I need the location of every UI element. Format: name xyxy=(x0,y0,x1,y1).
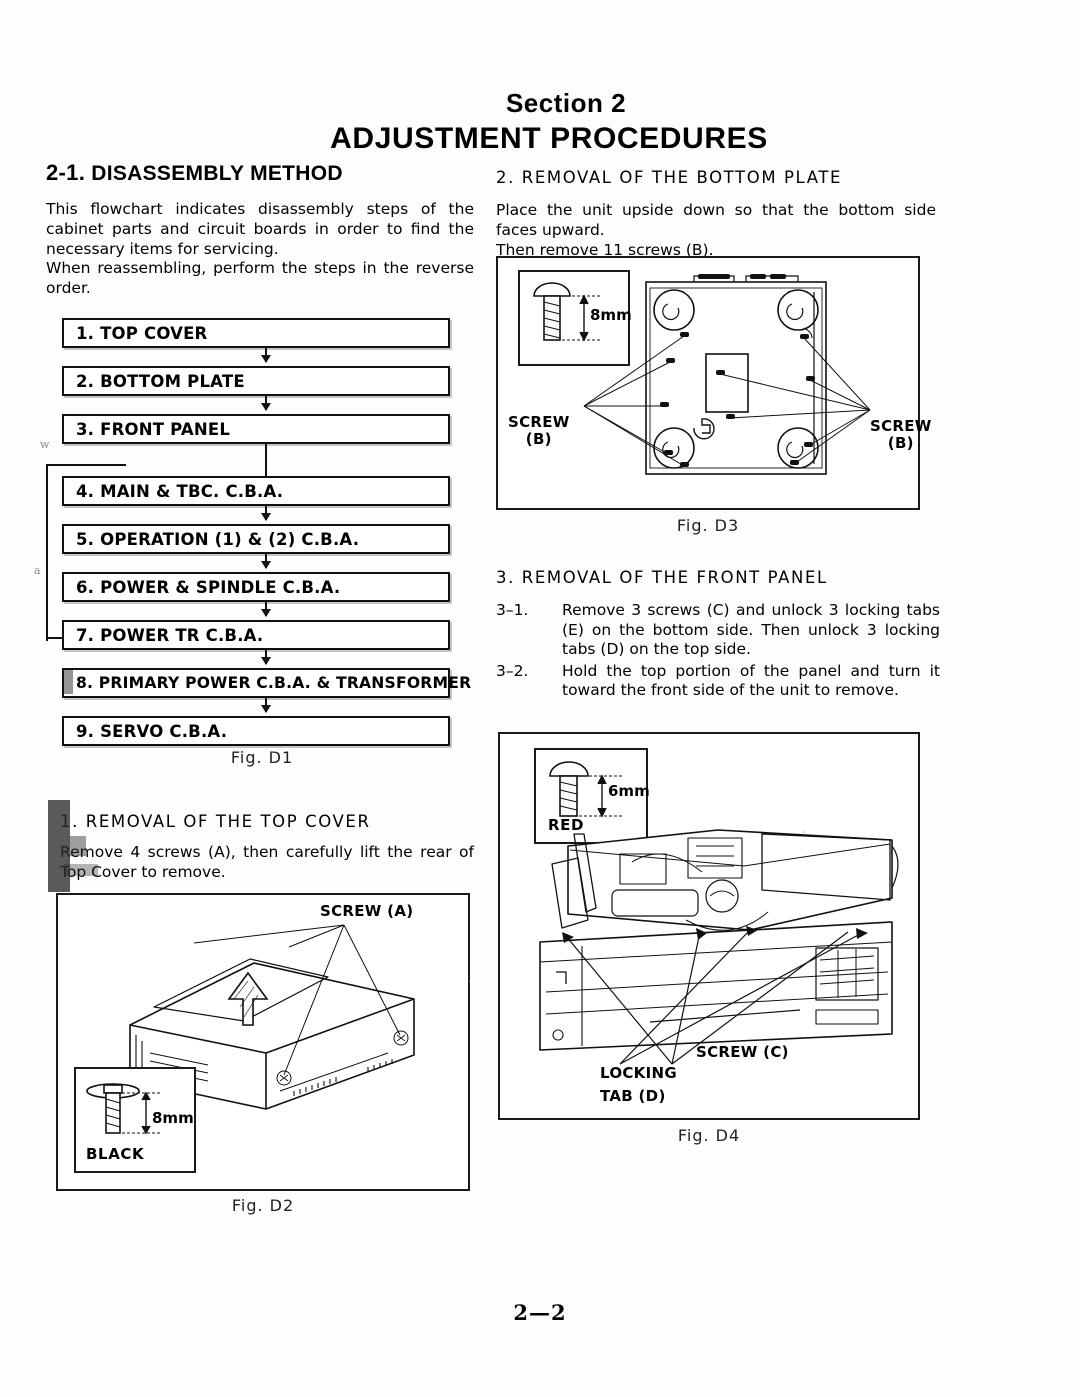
front-panel-step-2-text: Hold the top portion of the panel and tu… xyxy=(562,661,940,700)
front-panel-step-1: 3–1. Remove 3 screws (C) and unlock 3 lo… xyxy=(496,601,940,660)
flowchart-arrow-5-6 xyxy=(261,554,271,569)
flowchart-arrow-4-5 xyxy=(261,506,271,521)
flowchart-arrow-6-7 xyxy=(261,602,271,617)
screw-b-spec-inset: 8mm xyxy=(518,270,632,366)
figure-d2: SCREW (A) 8mm BLACK xyxy=(56,893,470,1191)
subsection-title: DISASSEMBLY METHOD xyxy=(91,162,343,185)
scan-artefact: ᴡ xyxy=(40,438,50,451)
flowchart-arrow-8-9 xyxy=(261,698,271,713)
page-title: ADJUSTMENT PROCEDURES xyxy=(330,122,768,155)
screw-b-left-callout: SCREW (B) xyxy=(508,413,570,449)
bottom-plate-heading: 2. REMOVAL OF THE BOTTOM PLATE xyxy=(496,168,843,187)
locking-tab-line1: LOCKING xyxy=(600,1064,677,1082)
subsection-number: 2-1. xyxy=(46,160,86,185)
screw-b-length-label: 8mm xyxy=(590,306,632,324)
topcover-heading: 1. REMOVAL OF THE TOP COVER xyxy=(60,812,371,831)
front-panel-heading: 3. REMOVAL OF THE FRONT PANEL xyxy=(496,568,828,587)
flowchart-step-1[interactable]: 1. TOP COVER xyxy=(62,318,450,348)
flowchart-step-6[interactable]: 6. POWER & SPINDLE C.B.A. xyxy=(62,572,450,602)
front-panel-illustration xyxy=(539,829,899,1065)
flowchart-step-2[interactable]: 2. BOTTOM PLATE xyxy=(62,366,450,396)
flowchart-arrow-7-8 xyxy=(261,650,271,665)
screw-spec-inset: 8mm BLACK xyxy=(74,1067,196,1173)
topcover-text: Remove 4 screws (A), then carefully lift… xyxy=(60,843,474,881)
scan-artefact: · xyxy=(468,975,472,988)
flowchart-step-2-label: 2. BOTTOM PLATE xyxy=(76,371,245,391)
screw-b-right-callout: SCREW (B) xyxy=(870,417,932,453)
flowchart-step-5-label: 5. OPERATION (1) & (2) C.B.A. xyxy=(76,529,360,549)
flowchart-step-3[interactable]: 3. FRONT PANEL xyxy=(62,414,450,444)
flowchart-step-8[interactable]: 8. PRIMARY POWER C.B.A. & TRANSFORMER xyxy=(62,668,471,698)
screw-b-right-line2: (B) xyxy=(887,434,914,453)
flowchart-step-7-label: 7. POWER TR C.B.A. xyxy=(76,625,264,645)
disassembly-flowchart: 1. TOP COVER 2. BOTTOM PLATE 3. FRONT PA… xyxy=(34,318,471,746)
front-panel-section: 3. REMOVAL OF THE FRONT PANEL 3–1. Remov… xyxy=(496,568,940,701)
screw-b-markers xyxy=(660,332,815,467)
screw-b-right-line1: SCREW xyxy=(870,417,932,435)
right-column: 2. REMOVAL OF THE BOTTOM PLATE Place the… xyxy=(496,168,936,260)
figure-d4-caption: Fig. D4 xyxy=(677,1126,741,1145)
front-panel-step-1-text: Remove 3 screws (C) and unlock 3 locking… xyxy=(562,601,940,659)
flowchart-step-4[interactable]: 4. MAIN & TBC. C.B.A. xyxy=(62,476,450,506)
figure-d2-caption: Fig. D2 xyxy=(231,1196,295,1215)
figure-d3-caption: Fig. D3 xyxy=(676,516,740,535)
front-panel-step-1-key: 3–1. xyxy=(496,601,529,619)
figure-d3: 8mm SCREW (B) SCREW (B) xyxy=(496,256,931,510)
flowchart-arrow-1-2 xyxy=(261,348,271,363)
scan-smudge xyxy=(64,864,98,876)
topcover-section: 1. REMOVAL OF THE TOP COVER Remove 4 scr… xyxy=(60,812,474,883)
screw-c-callout: SCREW (C) xyxy=(696,1043,789,1061)
manual-page: Section 2 ADJUSTMENT PROCEDURES 2-1. DIS… xyxy=(0,0,1080,1397)
flowchart-step-8-label: 8. PRIMARY POWER C.B.A. & TRANSFORMER xyxy=(76,674,472,692)
front-panel-step-2: 3–2. Hold the top portion of the panel a… xyxy=(496,662,940,701)
scan-smudge xyxy=(70,836,86,856)
locking-tab-line2: TAB (D) xyxy=(600,1086,666,1105)
flowchart-step-4-label: 4. MAIN & TBC. C.B.A. xyxy=(76,481,284,501)
scan-artefact: a xyxy=(34,564,41,577)
locking-tab-callout: LOCKING TAB (D) xyxy=(600,1062,677,1107)
screw-b-left-line2: (B) xyxy=(525,430,552,449)
flowchart-step-9-label: 9. SERVO C.B.A. xyxy=(76,721,228,741)
flowchart-step-5[interactable]: 5. OPERATION (1) & (2) C.B.A. xyxy=(62,524,450,554)
subsection-heading: 2-1. DISASSEMBLY METHOD xyxy=(46,160,474,186)
intro-paragraph: This flowchart indicates disassembly ste… xyxy=(46,200,474,258)
scan-smudge xyxy=(48,800,70,892)
bottom-plate-text-1: Place the unit upside down so that the b… xyxy=(496,201,936,239)
flowchart-step-3-label: 3. FRONT PANEL xyxy=(76,419,231,439)
figure-d4: 6mm RED SCREW (C) LOCKING TAB (D) xyxy=(498,732,920,1120)
screw-length-label: 8mm xyxy=(152,1109,194,1127)
scan-smudge xyxy=(64,670,73,694)
intro-paragraph-2: When reassembling, perform the steps in … xyxy=(46,259,474,298)
flowchart-arrow-2-3 xyxy=(261,396,271,411)
scan-artefact: ᐧ xyxy=(802,826,805,839)
flowchart-step-6-label: 6. POWER & SPINDLE C.B.A. xyxy=(76,577,341,597)
flowchart-step-1-label: 1. TOP COVER xyxy=(76,323,208,343)
figure-d1-caption: Fig. D1 xyxy=(230,748,294,767)
screw-b-left-line1: SCREW xyxy=(508,413,570,431)
page-number: 2—2 xyxy=(513,1300,567,1325)
flowchart-step-7[interactable]: 7. POWER TR C.B.A. xyxy=(62,620,450,650)
front-panel-step-2-key: 3–2. xyxy=(496,661,529,680)
flowchart-step-9[interactable]: 9. SERVO C.B.A. xyxy=(62,716,450,746)
section-label: Section 2 xyxy=(505,88,627,118)
left-column: 2-1. DISASSEMBLY METHOD This flowchart i… xyxy=(46,160,474,299)
screw-a-callout: SCREW (A) xyxy=(320,902,414,920)
screw-color-label: BLACK xyxy=(86,1145,145,1163)
